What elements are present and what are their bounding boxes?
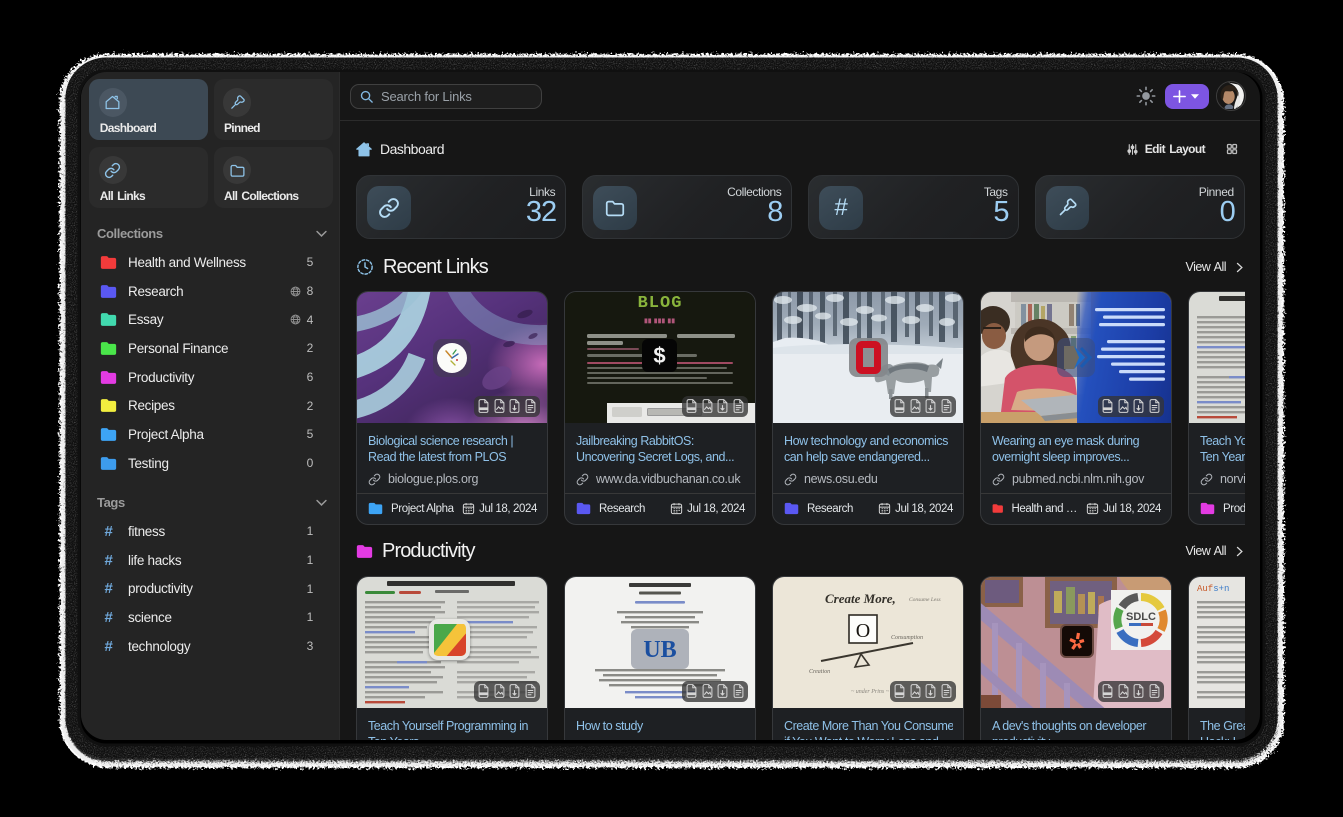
svg-text:UB: UB [643,637,676,663]
svg-text:SDLC: SDLC [1126,611,1156,623]
svg-text:O: O [856,620,870,642]
svg-text:~ under Prins ~: ~ under Prins ~ [851,689,890,695]
svg-text:Aufs+n: Aufs+n [1197,584,1229,594]
svg-text:Consumption: Consumption [891,635,923,641]
svg-text:Create More,: Create More, [825,591,896,606]
svg-text:Consume Less: Consume Less [909,597,941,603]
svg-text:Creation: Creation [809,669,830,675]
